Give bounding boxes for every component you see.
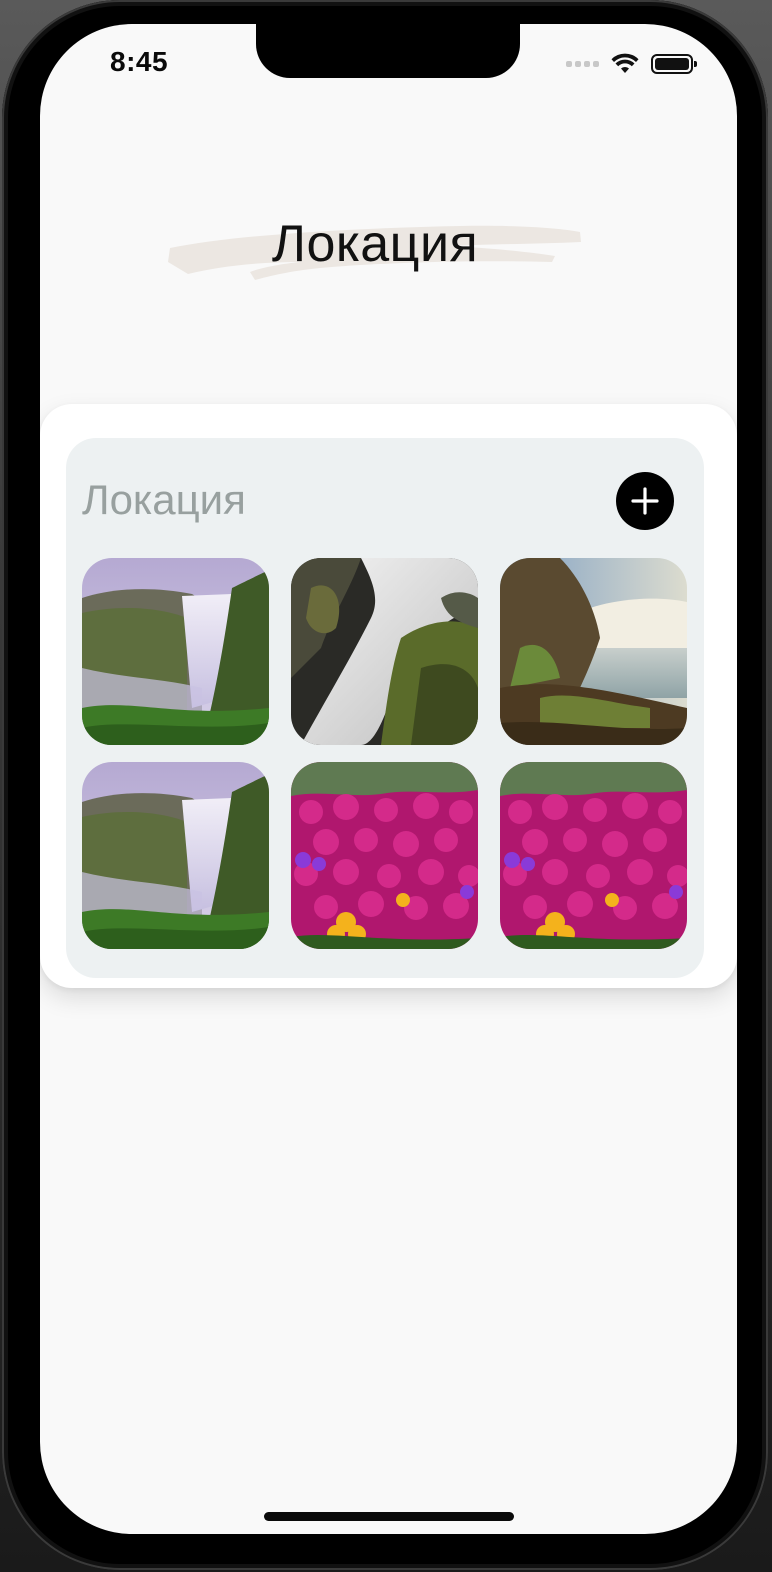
phone-frame: 8:45 Локация Локация <box>2 0 768 1570</box>
photo-tile-1[interactable] <box>82 558 269 745</box>
app-screen: 8:45 Локация Локация <box>40 24 737 1534</box>
home-indicator[interactable] <box>264 1512 514 1521</box>
waterfall-photo <box>82 762 269 949</box>
photo-tile-4[interactable] <box>82 762 269 949</box>
page-title: Локация <box>271 215 479 273</box>
photo-tile-6[interactable] <box>500 762 687 949</box>
waterfall-photo <box>500 558 687 745</box>
plus-icon <box>631 487 659 515</box>
status-time: 8:45 <box>110 46 169 77</box>
photo-tile-2[interactable] <box>291 558 478 745</box>
add-photo-button[interactable] <box>616 472 674 530</box>
wifi-icon <box>611 53 639 75</box>
location-panel: Локация <box>66 438 704 978</box>
page-header: Локация <box>160 204 590 294</box>
photo-tile-3[interactable] <box>500 558 687 745</box>
flower-field-photo <box>291 762 478 949</box>
status-icons <box>566 50 697 78</box>
waterfall-photo <box>82 558 269 745</box>
photo-tile-5[interactable] <box>291 762 478 949</box>
notch <box>256 24 520 78</box>
cellular-signal-icon <box>566 61 599 67</box>
location-card: Локация <box>40 404 737 988</box>
flower-field-photo <box>500 762 687 949</box>
photo-grid <box>82 558 688 949</box>
battery-icon <box>651 54 697 74</box>
location-section-title: Локация <box>82 476 246 523</box>
waterfall-photo <box>291 558 478 745</box>
